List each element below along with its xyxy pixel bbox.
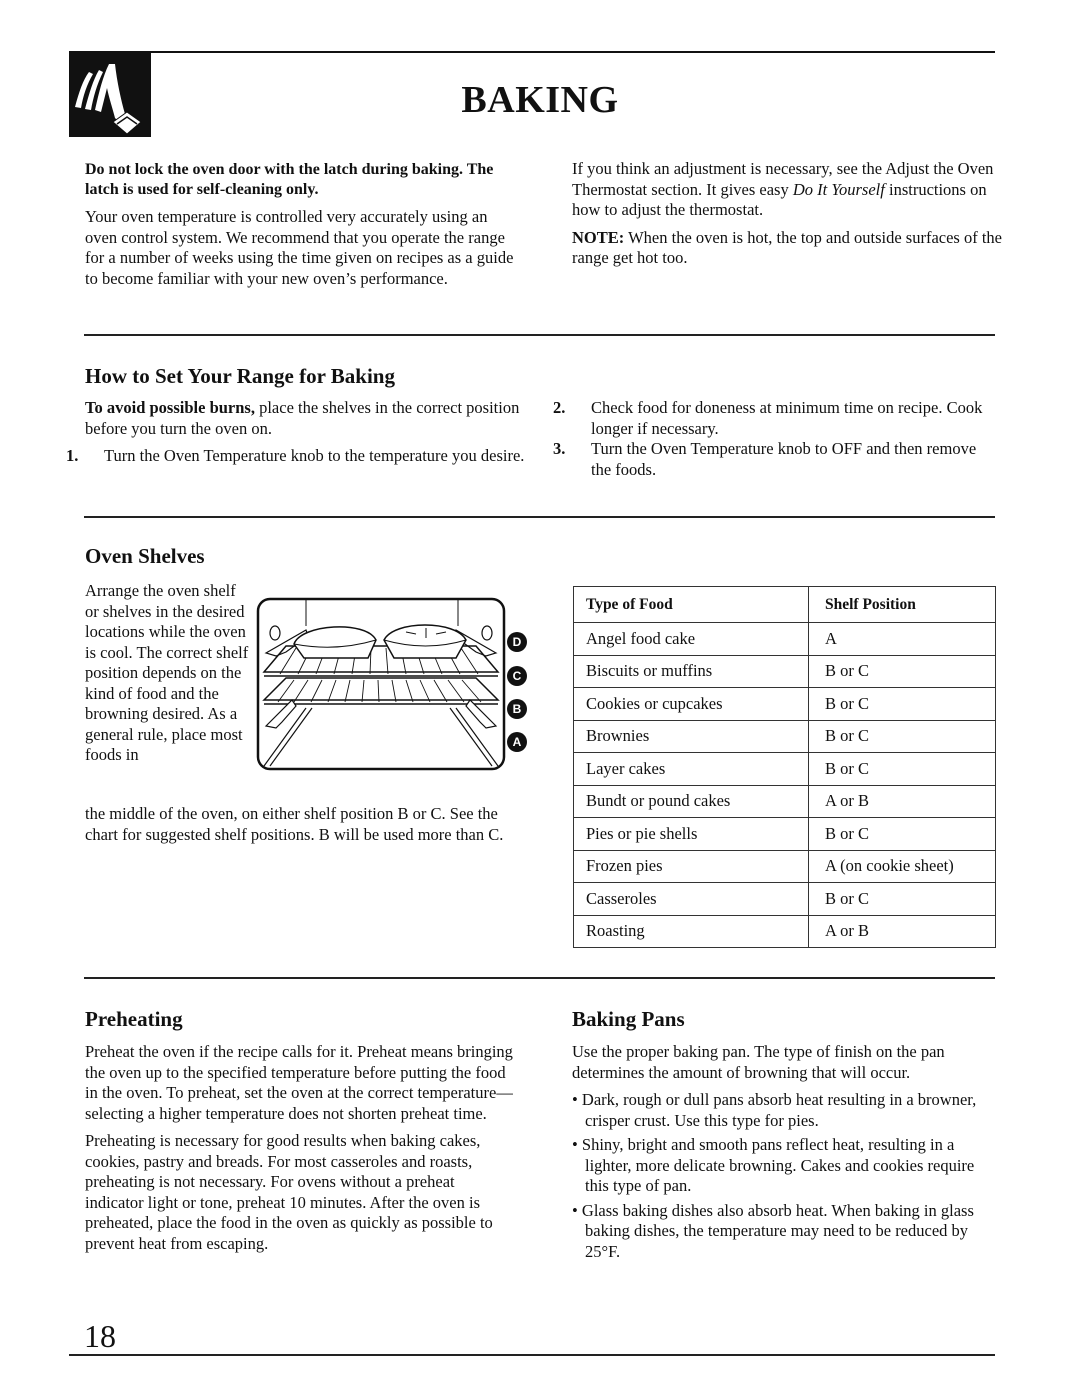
adjust-thermostat-text: If you think an adjustment is necessary,… [572, 159, 1002, 221]
page-number: 18 [84, 1318, 116, 1354]
shelf-position-d-badge: D [507, 632, 527, 652]
step-3: 3. Turn the Oven Temperature knob to OFF … [553, 439, 992, 480]
step-number: 1. [66, 446, 79, 465]
food-type-cell: Brownies [573, 719, 809, 753]
baking-pans-intro: Use the proper baking pan. The type of f… [572, 1042, 945, 1082]
how-to-set-left: How to Set Your Range for Baking To avoi… [66, 364, 525, 467]
table-row: Roasting A or B [573, 914, 996, 948]
intro-left: Do not lock the oven door with the latch… [85, 160, 515, 289]
preheating-heading: Preheating [85, 1007, 183, 1031]
oven-shelves-heading: Oven Shelves [85, 544, 205, 568]
step-number: 3. [553, 439, 566, 458]
food-type-cell: Layer cakes [573, 752, 809, 786]
column-header-position: Shelf Position [808, 586, 996, 623]
burn-caution: To avoid possible burns, place the shelv… [85, 398, 525, 439]
oven-shelf-illustration [256, 596, 506, 772]
shelf-position-table: Type of Food Shelf Position Angel food c… [573, 586, 996, 948]
shelf-text-side: Arrange the oven shelf or shelves in the… [85, 581, 249, 764]
preheating-paragraph-2: Preheating is necessary for good results… [85, 1131, 493, 1253]
food-type-cell: Angel food cake [573, 622, 809, 656]
note-text: When the oven is hot, the top and outsid… [572, 227, 1002, 268]
step-text: Check food for doneness at minimum time … [591, 398, 983, 438]
section-divider [84, 977, 995, 979]
shelf-position-cell: A or B [808, 914, 996, 948]
step-number: 2. [553, 398, 566, 417]
table-row: Casseroles B or C [573, 882, 996, 916]
shelf-position-b-badge: B [507, 699, 527, 719]
shelf-position-cell: B or C [808, 817, 996, 851]
food-type-cell: Frozen pies [573, 849, 809, 883]
food-type-cell: Cookies or cupcakes [573, 687, 809, 721]
shelf-position-cell: A [808, 622, 996, 656]
table-row: Cookies or cupcakes B or C [573, 687, 996, 721]
intro-paragraph: Your oven temperature is controlled very… [85, 207, 514, 288]
shelf-position-cell: B or C [808, 687, 996, 721]
table-row: Frozen pies A (on cookie sheet) [573, 849, 996, 883]
shelf-position-a-badge: A [507, 732, 527, 752]
section-divider [84, 334, 995, 336]
food-type-cell: Casseroles [573, 882, 809, 916]
shelf-position-cell: B or C [808, 752, 996, 786]
step-1: 1. Turn the Oven Temperature knob to the … [66, 446, 525, 467]
shelf-position-cell: B or C [808, 882, 996, 916]
how-to-set-right: 2. Check food for doneness at minimum tim… [553, 398, 992, 480]
baking-pans-heading: Baking Pans [572, 1007, 685, 1031]
header-rule [69, 51, 995, 53]
table-row: Angel food cake A [573, 622, 996, 656]
caution-label: To avoid possible burns, [85, 398, 255, 417]
baking-pans-body: Use the proper baking pan. The type of f… [572, 1042, 1002, 1266]
table-row: Pies or pie shells B or C [573, 817, 996, 851]
hot-surface-note: NOTE: When the oven is hot, the top and … [572, 228, 1002, 269]
bullet-text: Shiny, bright and smooth pans reflect he… [581, 1135, 975, 1195]
note-label: NOTE: [572, 227, 625, 247]
bullet-text: Dark, rough or dull pans absorb heat res… [581, 1090, 977, 1130]
shelf-position-cell: A (on cookie sheet) [808, 849, 996, 883]
shelf-position-cell: B or C [808, 719, 996, 753]
shelf-position-cell: B or C [808, 654, 996, 688]
intro-right: If you think an adjustment is necessary,… [572, 159, 1002, 269]
shelf-position-c-badge: C [507, 666, 527, 686]
food-type-cell: Roasting [573, 914, 809, 948]
food-type-cell: Biscuits or muffins [573, 654, 809, 688]
food-type-cell: Pies or pie shells [573, 817, 809, 851]
food-type-cell: Bundt or pound cakes [573, 784, 809, 818]
step-text: Turn the Oven Temperature knob to the te… [104, 446, 525, 465]
table-row: Biscuits or muffins B or C [573, 654, 996, 688]
pan-tip-glass: • Glass baking dishes also absorb heat. … [572, 1200, 974, 1261]
bullet-text: Glass baking dishes also absorb heat. Wh… [581, 1200, 974, 1261]
preheating-paragraph-1: Preheat the oven if the recipe calls for… [85, 1042, 513, 1123]
section-divider [84, 516, 995, 518]
step-text: Turn the Oven Temperature knob to OFF an… [591, 439, 977, 479]
how-to-set-heading: How to Set Your Range for Baking [85, 364, 395, 388]
table-row: Brownies B or C [573, 719, 996, 753]
pan-tip-shiny: • Shiny, bright and smooth pans reflect … [572, 1135, 975, 1195]
latch-warning: Do not lock the oven door with the latch… [85, 161, 494, 198]
preheating-body: Preheat the oven if the recipe calls for… [85, 1042, 515, 1254]
table-header-row: Type of Food Shelf Position [573, 586, 996, 623]
step-2: 2. Check food for doneness at minimum tim… [553, 398, 992, 439]
shelf-position-cell: A or B [808, 784, 996, 818]
pan-tip-dark: • Dark, rough or dull pans absorb heat r… [572, 1090, 977, 1130]
do-it-yourself-text: Do It Yourself [792, 179, 885, 199]
table-row: Layer cakes B or C [573, 752, 996, 786]
shelf-text-full: the middle of the oven, on either shelf … [85, 804, 504, 844]
footer-rule [69, 1354, 995, 1356]
page-title: BAKING [461, 79, 619, 121]
column-header-food: Type of Food [573, 586, 809, 623]
table-row: Bundt or pound cakes A or B [573, 784, 996, 818]
